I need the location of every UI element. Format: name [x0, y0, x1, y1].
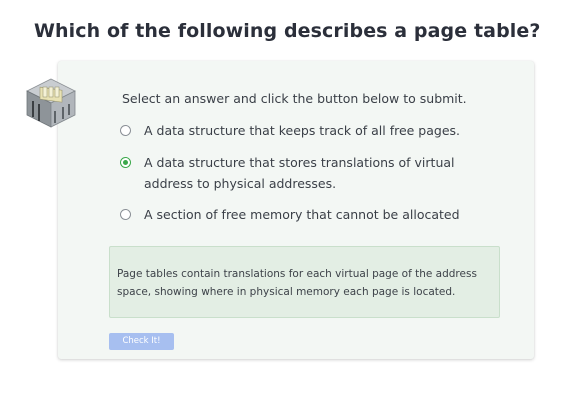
check-it-button[interactable]: Check It!	[109, 333, 174, 350]
answer-option-label: A data structure that stores translation…	[144, 155, 455, 191]
answer-option-label: A section of free memory that cannot be …	[144, 207, 460, 222]
quiz-instructions: Select an answer and click the button be…	[122, 91, 467, 106]
radio-button-selected[interactable]	[120, 157, 131, 168]
radio-button-unselected[interactable]	[120, 209, 131, 220]
radio-button-unselected[interactable]	[120, 125, 131, 136]
answer-option-1[interactable]: A data structure that keeps track of all…	[119, 123, 499, 139]
question-title: Which of the following describes a page …	[34, 20, 541, 42]
feedback-box: Page tables contain translations for eac…	[109, 246, 500, 318]
feedback-text: Page tables contain translations for eac…	[117, 268, 477, 298]
answer-option-2[interactable]: A data structure that stores translation…	[119, 155, 499, 191]
answer-option-3[interactable]: A section of free memory that cannot be …	[119, 207, 499, 223]
quiz-page: Which of the following describes a page …	[0, 0, 581, 403]
server-rack-icon	[26, 78, 76, 128]
answer-option-label: A data structure that keeps track of all…	[144, 123, 461, 138]
